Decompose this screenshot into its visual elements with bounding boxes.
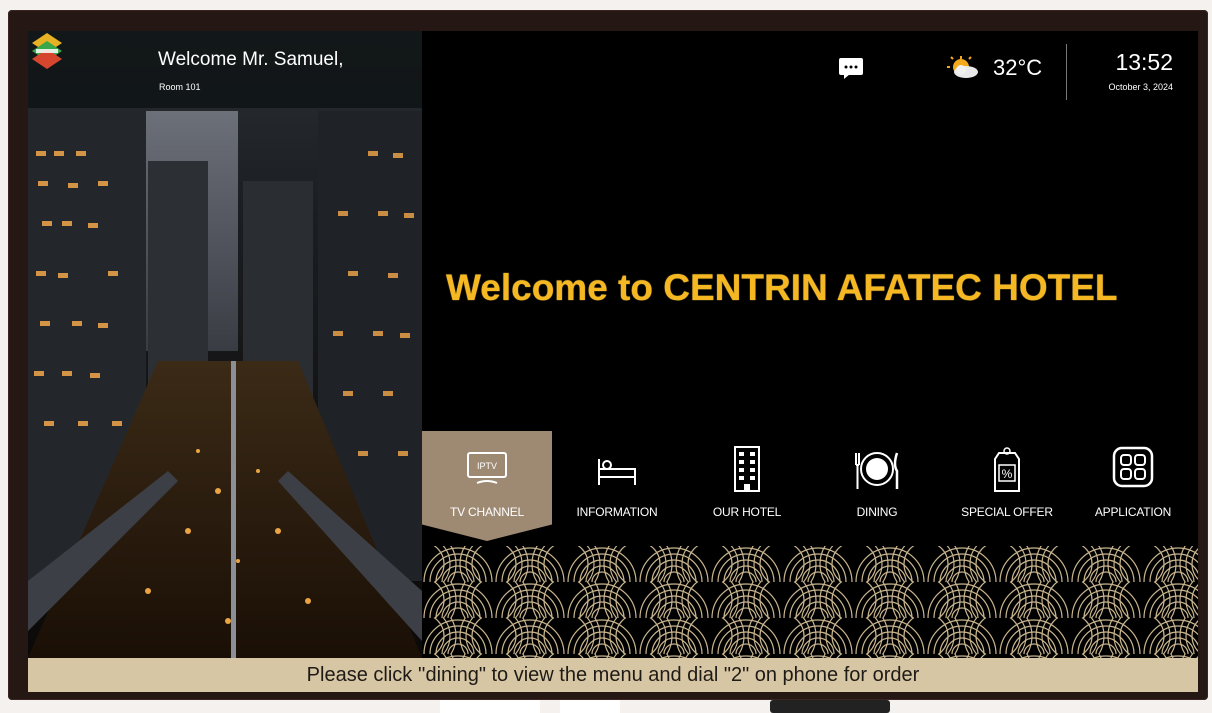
bed-icon (598, 459, 636, 485)
room-number: Room 101 (159, 82, 201, 92)
tv-stand-right (560, 700, 620, 713)
menu-dining[interactable]: DINING (812, 431, 942, 541)
svg-text:IPTV: IPTV (477, 461, 497, 471)
info-ticker: Please click ''dining" to view the menu … (28, 658, 1198, 692)
guest-header-bar: Welcome Mr. Samuel, Room 101 (28, 31, 422, 108)
clock-time: 13:52 (1115, 49, 1173, 75)
plate-cutlery-icon (855, 452, 899, 489)
menu-tv-channel[interactable]: IPTV TV CHANNEL (422, 431, 552, 541)
menu-label: INFORMATION (576, 505, 658, 519)
clock-date: October 3, 2024 (1108, 82, 1173, 92)
tv-stand-base (770, 700, 890, 713)
decorative-wave-pattern (422, 546, 1198, 658)
menu-label: SPECIAL OFFER (961, 505, 1053, 519)
menu-label: APPLICATION (1094, 505, 1172, 519)
tv-icon: IPTV (467, 452, 507, 484)
menu-label: DINING (856, 505, 898, 519)
message-icon[interactable] (838, 57, 864, 79)
city-background-photo: Welcome Mr. Samuel, Room 101 (28, 31, 422, 658)
menu-special-offer[interactable]: % SPECIAL OFFER (942, 431, 1072, 541)
menu-application[interactable]: APPLICATION (1068, 431, 1198, 541)
menu-label: OUR HOTEL (712, 505, 782, 519)
building-icon (734, 446, 760, 492)
hotel-logo-icon (32, 33, 62, 69)
menu-information[interactable]: INFORMATION (552, 431, 682, 541)
tv-screen: Welcome Mr. Samuel, Room 101 32°C 13:52 … (28, 31, 1198, 692)
tv-stand-left (440, 700, 540, 713)
apps-grid-icon (1112, 446, 1154, 488)
menu-label: TV CHANNEL (449, 505, 524, 519)
status-divider (1066, 44, 1067, 100)
discount-tag-icon: % (994, 447, 1020, 492)
temperature: 32°C (993, 55, 1043, 80)
hotel-welcome-title: Welcome to CENTRIN AFATEC HOTEL (446, 267, 1118, 308)
guest-welcome: Welcome Mr. Samuel, (158, 49, 344, 70)
menu-our-hotel[interactable]: OUR HOTEL (682, 431, 812, 541)
svg-text:%: % (1002, 467, 1013, 481)
partly-sunny-icon (947, 56, 978, 78)
